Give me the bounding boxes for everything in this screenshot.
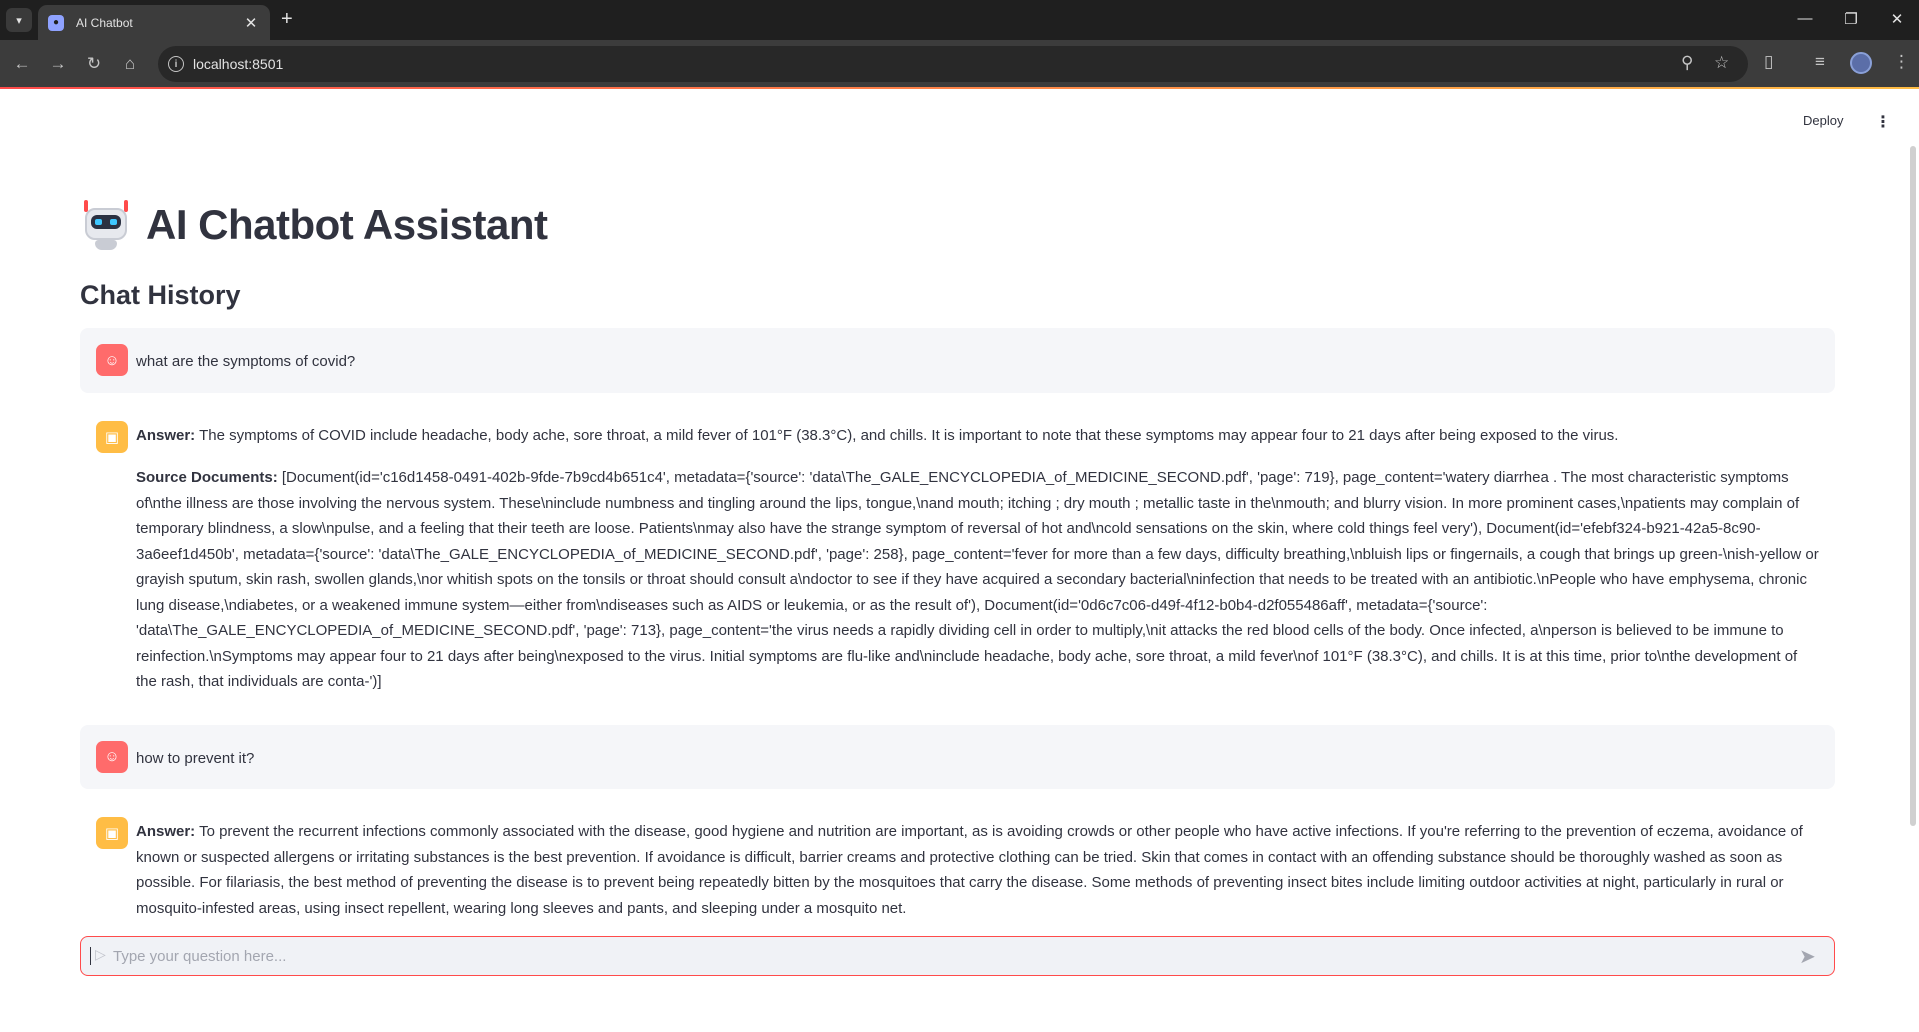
forward-icon[interactable]: → <box>46 52 70 76</box>
profile-avatar[interactable] <box>1850 52 1872 74</box>
zoom-icon[interactable]: ⚲ <box>1681 53 1693 73</box>
answer-text: To prevent the recurrent infections comm… <box>136 823 1803 917</box>
extensions-icon[interactable]: ▯ <box>1764 52 1773 72</box>
bookmark-star-icon[interactable]: ☆ <box>1714 53 1729 73</box>
send-icon[interactable]: ➤ <box>1799 944 1816 969</box>
answer-label: Answer: <box>136 426 196 444</box>
minimize-icon[interactable]: — <box>1790 10 1820 27</box>
browser-tab[interactable]: ● AI Chatbot ✕ <box>38 5 270 40</box>
media-control-icon[interactable]: ≡ <box>1815 52 1825 72</box>
browser-menu-icon[interactable]: ⋮ <box>1893 52 1910 72</box>
user-message: ☺ what are the symptoms of covid? <box>80 328 1835 393</box>
smiley-face-icon: ☺ <box>96 740 128 773</box>
address-bar[interactable]: i localhost:8501 ⚲ ☆ <box>158 46 1748 82</box>
sources-text: [Document(id='c16d1458-0491-402b-9fde-7b… <box>136 469 1819 690</box>
assistant-message: ▣ Answer: To prevent the recurrent infec… <box>80 801 1835 918</box>
robot-icon: ▣ <box>96 420 128 453</box>
close-window-icon[interactable]: ✕ <box>1882 10 1912 28</box>
answer-paragraph: Answer: To prevent the recurrent infecti… <box>136 819 1819 918</box>
new-tab-button[interactable]: + <box>281 9 293 29</box>
app-menu-icon[interactable]: ⋮ <box>1875 112 1891 132</box>
url-text[interactable]: localhost:8501 <box>193 56 283 72</box>
deploy-button[interactable]: Deploy <box>1803 113 1843 128</box>
page-scrollbar[interactable] <box>1910 146 1916 826</box>
home-icon[interactable]: ⌂ <box>118 52 142 76</box>
answer-label: Answer: <box>136 823 196 840</box>
chat-history-heading: Chat History <box>80 280 241 310</box>
answer-text: The symptoms of COVID include headache, … <box>195 426 1619 444</box>
sources-label: Source Documents: <box>136 469 278 486</box>
browser-tabbar: ▾ ● AI Chatbot ✕ + — ❐ ✕ <box>0 0 1919 40</box>
site-info-icon[interactable]: i <box>168 56 184 72</box>
assistant-message-text: Answer: The symptoms of COVID include he… <box>136 423 1819 695</box>
user-message-text: what are the symptoms of covid? <box>136 353 356 370</box>
back-icon[interactable]: ← <box>10 52 34 76</box>
reload-icon[interactable]: ↻ <box>82 52 106 76</box>
sources-paragraph: Source Documents: [Document(id='c16d1458… <box>136 465 1819 695</box>
smiley-face-icon: ☺ <box>96 344 128 376</box>
robot-icon <box>80 200 132 250</box>
user-message-text: how to prevent it? <box>136 749 255 767</box>
chat-messages: ☺ what are the symptoms of covid? ▣ Answ… <box>80 328 1835 918</box>
close-tab-icon[interactable]: ✕ <box>242 14 260 32</box>
app-header-decoration <box>0 87 1919 89</box>
browser-toolbar: ← → ↻ ⌂ i localhost:8501 ⚲ ☆ <box>0 40 1919 88</box>
chat-input[interactable] <box>89 941 1779 971</box>
tab-title: AI Chatbot <box>76 15 133 30</box>
favicon-icon: ● <box>48 14 64 31</box>
chat-input-container: ▷ ➤ <box>80 936 1835 976</box>
answer-paragraph: Answer: The symptoms of COVID include he… <box>136 423 1819 449</box>
tab-search-button[interactable]: ▾ <box>6 8 32 32</box>
assistant-message: ▣ Answer: The symptoms of COVID include … <box>80 404 1835 713</box>
user-message: ☺ how to prevent it? <box>80 724 1835 789</box>
restore-icon[interactable]: ❐ <box>1836 10 1866 28</box>
assistant-message-text: Answer: To prevent the recurrent infecti… <box>136 819 1819 918</box>
robot-icon: ▣ <box>96 817 128 849</box>
app-title: AI Chatbot Assistant <box>146 201 548 248</box>
page-title: AI Chatbot Assistant <box>80 200 548 250</box>
